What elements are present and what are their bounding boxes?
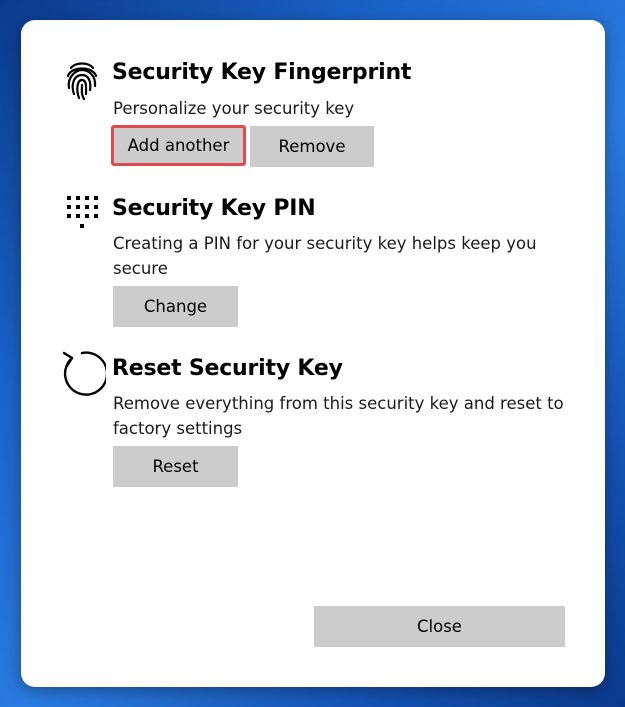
change-pin-button[interactable]: Change bbox=[113, 286, 238, 327]
keypad-icon bbox=[67, 196, 98, 228]
fingerprint-icon bbox=[66, 62, 98, 101]
pin-description: Creating a PIN for your security key hel… bbox=[113, 234, 537, 278]
reset-button[interactable]: Reset bbox=[113, 446, 238, 487]
reset-icon bbox=[62, 351, 106, 396]
fingerprint-title: Security Key Fingerprint bbox=[112, 60, 412, 85]
close-button[interactable]: Close bbox=[314, 606, 565, 647]
remove-button[interactable]: Remove bbox=[250, 126, 374, 167]
pin-title: Security Key PIN bbox=[112, 196, 316, 221]
security-key-dialog: Security Key Fingerprint Personalize you… bbox=[21, 20, 605, 687]
fingerprint-description: Personalize your security key bbox=[113, 99, 355, 118]
reset-description: Remove everything from this security key… bbox=[113, 394, 564, 438]
reset-title: Reset Security Key bbox=[112, 356, 343, 381]
add-another-button[interactable]: Add another bbox=[111, 125, 246, 166]
